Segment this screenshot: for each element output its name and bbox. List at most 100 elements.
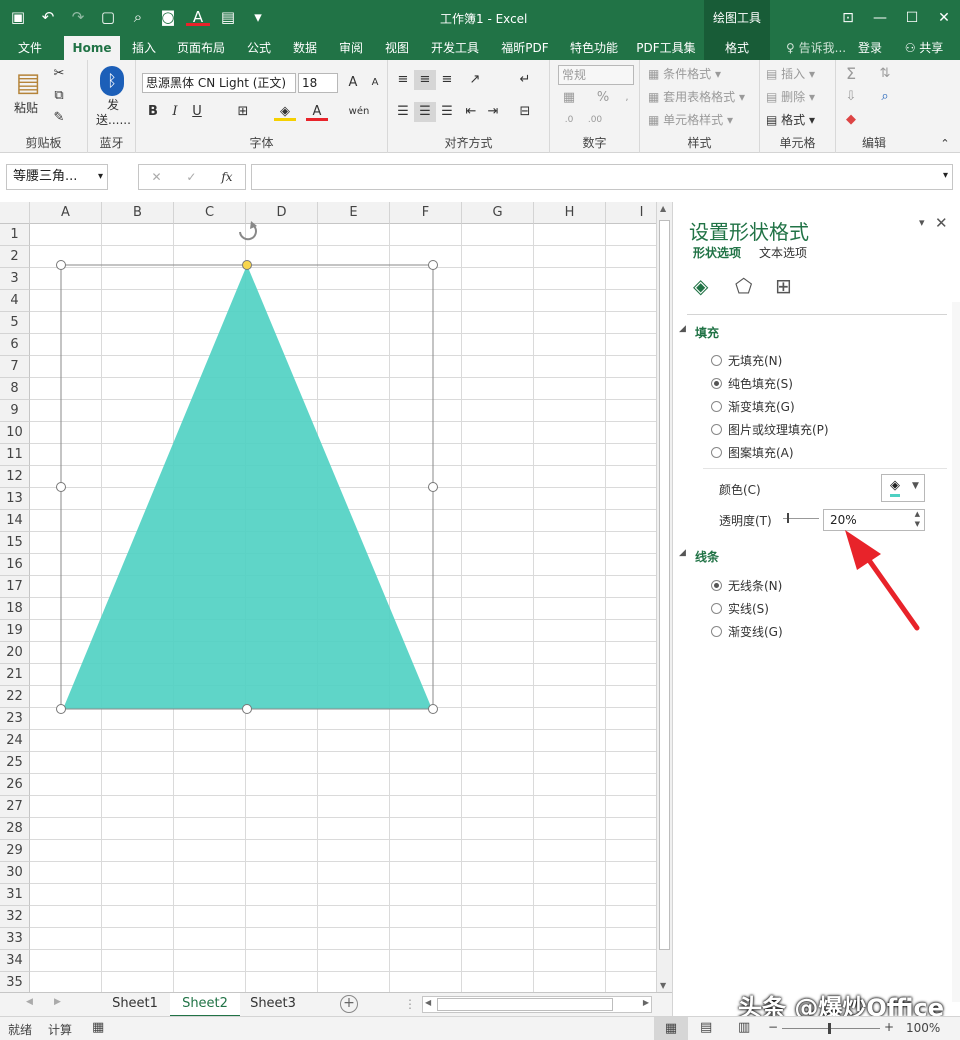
tab-formulas[interactable]: 公式: [238, 36, 280, 60]
copy-icon[interactable]: ⧉: [48, 86, 70, 106]
isosceles-triangle-shape[interactable]: [63, 265, 432, 709]
tab-format[interactable]: 格式: [704, 36, 770, 60]
delete-cells-button[interactable]: ▤ 删除 ▾: [766, 87, 815, 107]
zoom-slider-thumb[interactable]: [828, 1023, 831, 1034]
align-middle-icon[interactable]: ≡: [414, 70, 436, 90]
resize-handle-right[interactable]: [428, 482, 438, 492]
tab-text-options[interactable]: 文本选项: [759, 244, 807, 261]
font-color-icon[interactable]: A: [186, 6, 210, 26]
zoom-in-icon[interactable]: +: [884, 1020, 894, 1034]
resize-handle-bottom-right[interactable]: [428, 704, 438, 714]
pane-close-icon[interactable]: ✕: [935, 214, 948, 232]
tab-features[interactable]: 特色功能: [562, 36, 624, 60]
worksheet-grid[interactable]: ABCDEFGHI 1 2 3 4 5 6 7 8 9 10 11 12 13 14 15 16 17 18 19 2…: [0, 202, 656, 992]
percent-icon[interactable]: %: [592, 88, 614, 108]
macro-record-icon[interactable]: ▦: [92, 1020, 104, 1035]
tab-page-layout[interactable]: 页面布局: [168, 36, 234, 60]
zoom-slider[interactable]: [782, 1023, 880, 1034]
accounting-icon[interactable]: ▦: [558, 88, 580, 108]
page-layout-view-icon[interactable]: ▤: [700, 1020, 712, 1035]
rotate-handle-icon[interactable]: [239, 221, 257, 241]
font-name-select[interactable]: 思源黑体 CN Light (正文): [142, 73, 296, 93]
format-painter-icon[interactable]: ✎: [48, 108, 70, 128]
align-top-icon[interactable]: ≡: [392, 70, 414, 90]
spin-down-icon[interactable]: ▼: [915, 520, 920, 528]
adjust-handle[interactable]: [242, 260, 252, 270]
vertical-scroll-thumb[interactable]: [659, 220, 670, 950]
resize-handle-top-right[interactable]: [428, 260, 438, 270]
cut-icon[interactable]: ✂: [48, 64, 70, 84]
undo-icon[interactable]: ↶: [36, 6, 60, 28]
horizontal-scroll-thumb[interactable]: [437, 998, 613, 1011]
scroll-left-icon[interactable]: ◀: [425, 998, 431, 1007]
effects-icon[interactable]: ⬠: [735, 274, 752, 298]
radio-no-fill[interactable]: 无填充(N): [711, 352, 782, 369]
wrap-text-icon[interactable]: ↵: [514, 70, 536, 90]
tab-data[interactable]: 数据: [284, 36, 326, 60]
pane-scrollbar[interactable]: [952, 302, 960, 1002]
sheet-tab-2[interactable]: Sheet2: [170, 993, 240, 1017]
fill-section-header[interactable]: ◢ 填充: [679, 324, 719, 341]
maximize-icon[interactable]: ☐: [896, 0, 928, 36]
number-format-select[interactable]: 常规: [558, 65, 634, 85]
page-break-view-icon[interactable]: ▥: [738, 1020, 750, 1035]
name-box-dropdown-icon[interactable]: ▾: [98, 165, 103, 189]
status-calculate[interactable]: 计算: [48, 1021, 72, 1038]
find-select-icon[interactable]: ⌕: [874, 87, 896, 107]
scroll-right-icon[interactable]: ▶: [643, 998, 649, 1007]
paste-big-icon[interactable]: ▤: [12, 66, 44, 100]
paste-button[interactable]: 粘贴: [14, 98, 38, 118]
spin-up-icon[interactable]: ▲: [915, 510, 920, 518]
sign-in-link[interactable]: 登录: [850, 36, 890, 60]
insert-function-icon[interactable]: fx: [221, 170, 232, 184]
orientation-icon[interactable]: ↗: [464, 70, 486, 90]
increase-indent-icon[interactable]: ⇥: [482, 102, 504, 122]
resize-handle-left[interactable]: [56, 482, 66, 492]
align-bottom-icon[interactable]: ≡: [436, 70, 458, 90]
radio-solid-fill[interactable]: 纯色填充(S): [711, 375, 793, 392]
tab-review[interactable]: 审阅: [330, 36, 372, 60]
tab-developer[interactable]: 开发工具: [422, 36, 488, 60]
format-cells-button[interactable]: ▤ 格式 ▾: [766, 110, 815, 130]
fill-color-picker[interactable]: ◈ ▼: [881, 474, 925, 502]
comma-icon[interactable]: ,: [616, 88, 638, 108]
print-preview-icon[interactable]: ⌕: [126, 6, 150, 28]
italic-button[interactable]: I: [164, 102, 186, 122]
fill-icon[interactable]: ⇩: [840, 87, 862, 107]
normal-view-icon[interactable]: ▦: [654, 1017, 688, 1040]
cancel-icon[interactable]: ✕: [151, 170, 161, 184]
tab-pdf-tools[interactable]: PDF工具集: [628, 36, 704, 60]
bluetooth-icon[interactable]: ᛒ: [100, 66, 124, 96]
borders-icon[interactable]: ⊞: [232, 102, 254, 122]
name-box[interactable]: 等腰三角... ▾: [6, 164, 108, 190]
minimize-icon[interactable]: —: [864, 0, 896, 36]
align-left-icon[interactable]: ☰: [392, 102, 414, 122]
conditional-format-button[interactable]: ▦ 条件格式 ▾: [648, 64, 721, 84]
increase-font-icon[interactable]: A: [342, 73, 364, 93]
resize-handle-bottom[interactable]: [242, 704, 252, 714]
tab-foxit-pdf[interactable]: 福昕PDF: [492, 36, 558, 60]
horizontal-scrollbar[interactable]: ◀ ▶: [422, 996, 652, 1013]
scroll-up-icon[interactable]: ▲: [660, 204, 666, 213]
clear-icon[interactable]: ◆: [840, 110, 862, 130]
transparency-slider[interactable]: [783, 511, 819, 525]
decrease-font-icon[interactable]: A: [364, 73, 386, 93]
scroll-down-icon[interactable]: ▼: [660, 981, 666, 990]
tab-view[interactable]: 视图: [376, 36, 418, 60]
tab-insert[interactable]: 插入: [124, 36, 164, 60]
expand-formula-icon[interactable]: ▾: [943, 170, 948, 181]
fill-color-icon[interactable]: ◈: [274, 102, 296, 121]
share-button[interactable]: ⚇ 共享: [894, 36, 954, 60]
align-right-icon[interactable]: ☰: [436, 102, 458, 122]
slider-thumb[interactable]: [787, 513, 789, 523]
format-as-table-button[interactable]: ▦ 套用表格格式 ▾: [648, 87, 745, 107]
new-file-icon[interactable]: ▢: [96, 6, 120, 28]
autosum-icon[interactable]: Σ: [840, 64, 862, 84]
radio-pattern-fill[interactable]: 图案填充(A): [711, 444, 794, 461]
sort-filter-icon[interactable]: ⇅: [874, 64, 896, 84]
confirm-icon[interactable]: ✓: [186, 170, 196, 184]
next-sheet-icon[interactable]: ▶: [54, 997, 61, 1007]
tab-home[interactable]: Home: [64, 36, 120, 61]
prev-sheet-icon[interactable]: ◀: [26, 997, 33, 1007]
merge-center-icon[interactable]: ⊟: [514, 102, 536, 122]
